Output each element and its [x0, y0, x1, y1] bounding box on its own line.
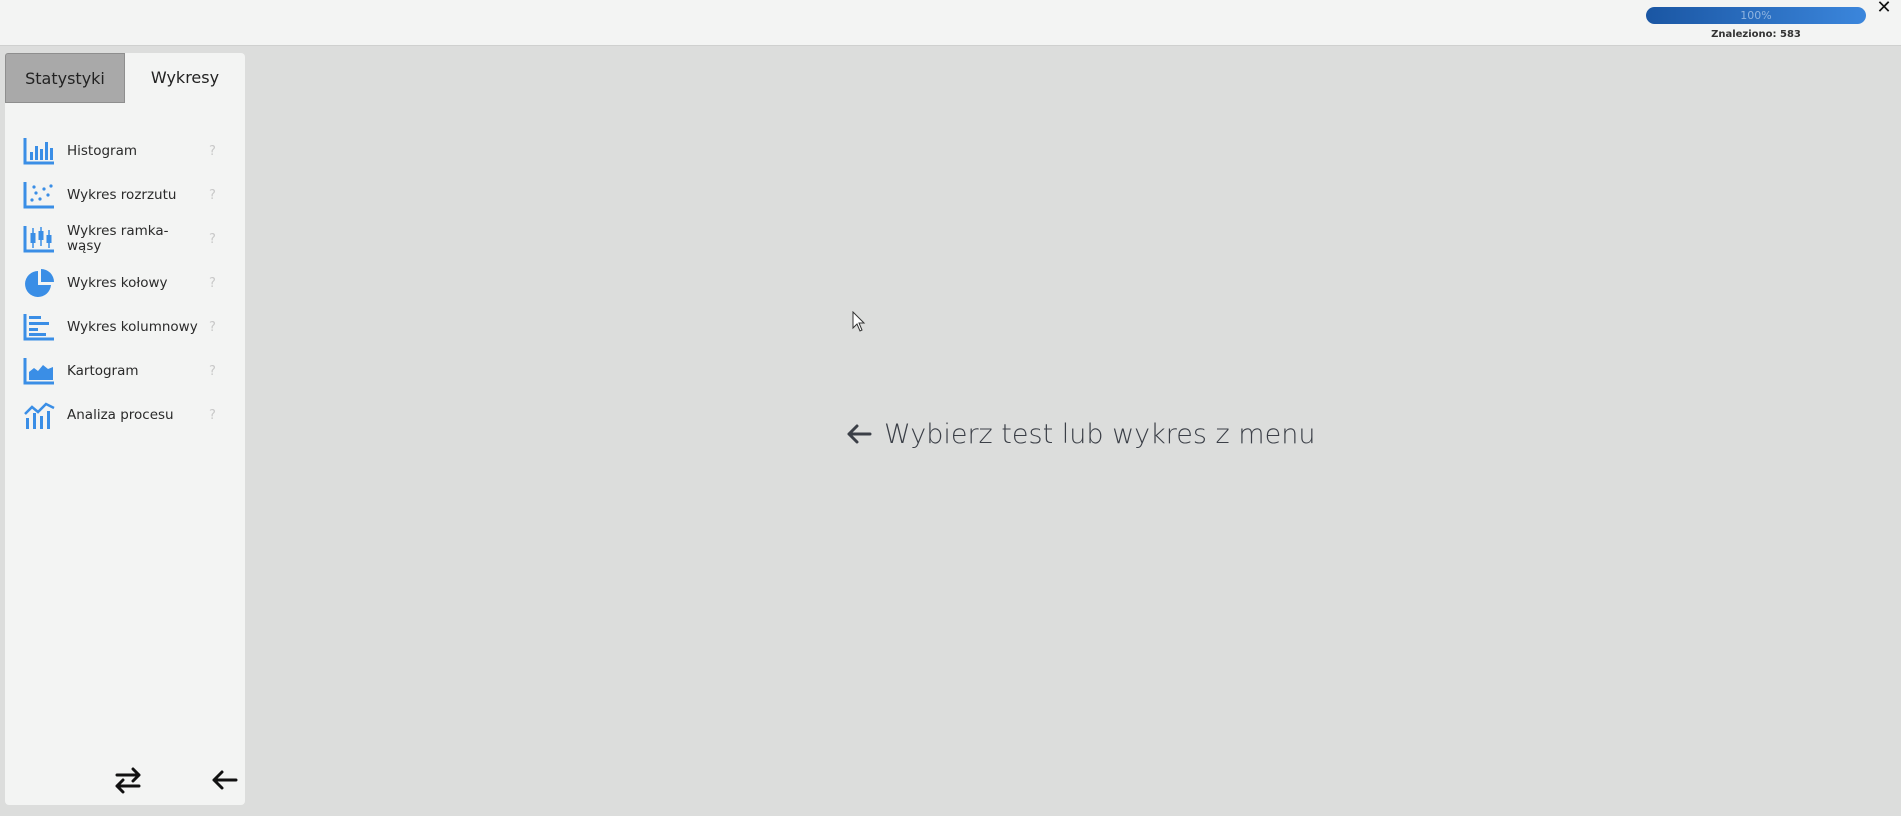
boxplot-icon — [23, 226, 54, 253]
top-bar: 100% Znaleziono: 583 ✕ — [0, 0, 1901, 46]
help-icon[interactable]: ? — [209, 276, 216, 291]
empty-state-hint: Wybierz test lub wykres z menu — [846, 414, 1315, 454]
menu-item-label: Wykres ramka-wąsy — [67, 223, 169, 254]
help-icon[interactable]: ? — [209, 144, 216, 159]
help-icon[interactable]: ? — [209, 364, 216, 379]
help-icon[interactable]: ? — [209, 320, 216, 335]
help-icon[interactable]: ? — [209, 188, 216, 203]
menu-item-label: Analiza procesu — [67, 406, 174, 423]
menu-item-kartogram[interactable]: Kartogram ? — [5, 349, 245, 393]
menu-item-label: Wykres kołowy — [67, 274, 168, 291]
menu-item-label: Wykres kolumnowy — [67, 318, 198, 335]
chart-menu: Histogram ? Wykres rozrzutu ? Wykres ram… — [5, 129, 245, 437]
sidebar-tabs: Statystyki Wykresy — [5, 53, 245, 103]
close-icon[interactable]: ✕ — [1874, 0, 1894, 18]
menu-item-column[interactable]: Wykres kolumnowy ? — [5, 305, 245, 349]
help-icon[interactable]: ? — [209, 232, 216, 247]
menu-item-label: Wykres rozrzutu — [67, 186, 177, 203]
swap-icon[interactable] — [111, 763, 145, 797]
mouse-cursor-icon — [852, 311, 866, 332]
pie-chart-icon — [25, 269, 54, 297]
scatter-icon — [23, 182, 54, 209]
progress-label: 100% — [1740, 9, 1772, 22]
menu-item-scatter[interactable]: Wykres rozrzutu ? — [5, 173, 245, 217]
menu-item-process-analysis[interactable]: Analiza procesu ? — [5, 393, 245, 437]
help-icon[interactable]: ? — [209, 408, 216, 423]
menu-item-boxplot[interactable]: Wykres ramka-wąsy ? — [5, 217, 245, 261]
back-arrow-icon[interactable] — [207, 763, 241, 797]
left-arrow-icon — [847, 424, 872, 444]
process-analysis-icon — [24, 402, 55, 429]
menu-item-label: Kartogram — [67, 362, 139, 379]
tab-statystyki[interactable]: Statystyki — [5, 53, 125, 103]
area-chart-icon — [23, 358, 54, 385]
sidebar: Statystyki Wykresy Histogram ? Wykres ro… — [5, 53, 245, 805]
found-count: Znaleziono: 583 — [1711, 29, 1801, 40]
progress-bar: 100% — [1646, 7, 1866, 24]
menu-item-label: Histogram — [67, 142, 138, 159]
bar-chart-icon — [23, 314, 54, 341]
menu-item-histogram[interactable]: Histogram ? — [5, 129, 245, 173]
hint-text: Wybierz test lub wykres z menu — [884, 418, 1316, 450]
tab-wykresy[interactable]: Wykresy — [125, 53, 245, 103]
menu-item-pie[interactable]: Wykres kołowy ? — [5, 261, 245, 305]
histogram-icon — [23, 138, 54, 165]
